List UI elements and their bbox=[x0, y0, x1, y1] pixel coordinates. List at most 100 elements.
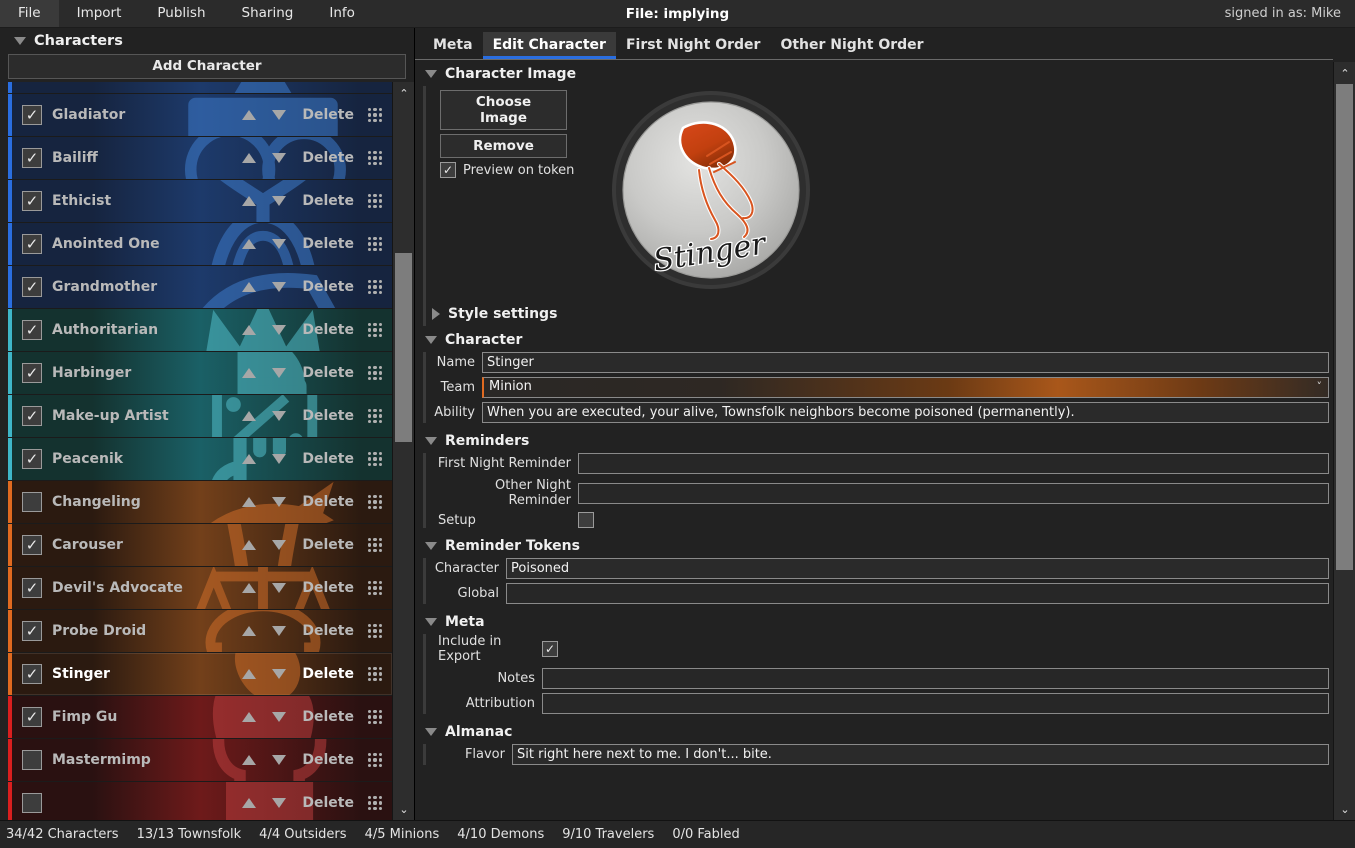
section-header-reminder-tokens[interactable]: Reminder Tokens bbox=[415, 532, 1329, 558]
tab-edit-character[interactable]: Edit Character bbox=[482, 32, 616, 59]
scroll-down-button[interactable]: ⌄ bbox=[393, 798, 414, 820]
character-row[interactable]: Changeling Delete bbox=[8, 481, 392, 524]
move-down-icon[interactable] bbox=[272, 755, 287, 765]
character-enabled-checkbox[interactable]: ✓ bbox=[22, 535, 42, 555]
move-up-icon[interactable] bbox=[242, 540, 257, 550]
delete-character-button[interactable]: Delete bbox=[302, 795, 354, 811]
drag-handle-icon[interactable] bbox=[368, 667, 382, 681]
add-character-button[interactable]: Add Character bbox=[8, 54, 406, 79]
move-up-icon[interactable] bbox=[242, 411, 257, 421]
drag-handle-icon[interactable] bbox=[368, 452, 382, 466]
move-up-icon[interactable] bbox=[242, 110, 257, 120]
character-enabled-checkbox[interactable]: ✓ bbox=[22, 105, 42, 125]
preview-on-token-checkbox[interactable]: ✓ bbox=[440, 162, 456, 178]
delete-character-button[interactable]: Delete bbox=[302, 580, 354, 596]
character-row[interactable]: ✓ Ethicist Delete bbox=[8, 180, 392, 223]
section-header-character-image[interactable]: Character Image bbox=[415, 60, 1329, 86]
delete-character-button[interactable]: Delete bbox=[302, 236, 354, 252]
move-up-icon[interactable] bbox=[242, 755, 257, 765]
drag-handle-icon[interactable] bbox=[368, 753, 382, 767]
character-enabled-checkbox[interactable] bbox=[22, 492, 42, 512]
character-enabled-checkbox[interactable]: ✓ bbox=[22, 277, 42, 297]
scroll-track[interactable] bbox=[1334, 84, 1355, 798]
include-in-export-checkbox[interactable]: ✓ bbox=[542, 641, 558, 657]
character-enabled-checkbox[interactable]: ✓ bbox=[22, 363, 42, 383]
scroll-track[interactable] bbox=[393, 104, 414, 798]
collapse-down-icon[interactable] bbox=[425, 728, 437, 736]
drag-handle-icon[interactable] bbox=[368, 280, 382, 294]
character-enabled-checkbox[interactable]: ✓ bbox=[22, 234, 42, 254]
first-night-reminder-input[interactable] bbox=[578, 453, 1329, 474]
character-enabled-checkbox[interactable]: ✓ bbox=[22, 664, 42, 684]
drag-handle-icon[interactable] bbox=[368, 796, 382, 810]
character-enabled-checkbox[interactable]: ✓ bbox=[22, 449, 42, 469]
delete-character-button[interactable]: Delete bbox=[302, 365, 354, 381]
move-down-icon[interactable] bbox=[272, 368, 287, 378]
character-enabled-checkbox[interactable]: ✓ bbox=[22, 621, 42, 641]
collapse-right-icon[interactable] bbox=[432, 308, 440, 320]
character-row[interactable]: ✓ Devil's Advocate Delete bbox=[8, 567, 392, 610]
drag-handle-icon[interactable] bbox=[368, 538, 382, 552]
delete-character-button[interactable]: Delete bbox=[302, 193, 354, 209]
delete-character-button[interactable]: Delete bbox=[302, 150, 354, 166]
drag-handle-icon[interactable] bbox=[368, 710, 382, 724]
collapse-down-icon[interactable] bbox=[425, 336, 437, 344]
token-preview[interactable]: Stinger bbox=[611, 90, 811, 290]
character-row[interactable]: ✓ Grandmother Delete bbox=[8, 266, 392, 309]
drag-handle-icon[interactable] bbox=[368, 151, 382, 165]
menu-item-file[interactable]: File bbox=[0, 0, 59, 27]
character-row[interactable]: ✓ClairvoyantDelete bbox=[8, 82, 392, 94]
drag-handle-icon[interactable] bbox=[368, 108, 382, 122]
team-select[interactable]: TownsfolkOutsiderMinionDemonTravelerFabl… bbox=[482, 377, 1329, 398]
move-down-icon[interactable] bbox=[272, 669, 287, 679]
move-down-icon[interactable] bbox=[272, 626, 287, 636]
character-row[interactable]: ✓ Fimp Gu Delete bbox=[8, 696, 392, 739]
scroll-up-button[interactable]: ⌃ bbox=[1334, 62, 1355, 84]
section-header-character[interactable]: Character bbox=[415, 326, 1329, 352]
menu-item-sharing[interactable]: Sharing bbox=[224, 0, 312, 27]
move-down-icon[interactable] bbox=[272, 540, 287, 550]
character-enabled-checkbox[interactable]: ✓ bbox=[22, 320, 42, 340]
character-enabled-checkbox[interactable] bbox=[22, 750, 42, 770]
character-enabled-checkbox[interactable]: ✓ bbox=[22, 406, 42, 426]
move-up-icon[interactable] bbox=[242, 669, 257, 679]
delete-character-button[interactable]: Delete bbox=[302, 408, 354, 424]
character-row[interactable]: ✓ Bailiff Delete bbox=[8, 137, 392, 180]
team-select-control[interactable]: TownsfolkOutsiderMinionDemonTravelerFabl… bbox=[482, 377, 1329, 398]
character-enabled-checkbox[interactable]: ✓ bbox=[22, 707, 42, 727]
delete-character-button[interactable]: Delete bbox=[302, 752, 354, 768]
reminder-global-input[interactable] bbox=[506, 583, 1329, 604]
drag-handle-icon[interactable] bbox=[368, 237, 382, 251]
drag-handle-icon[interactable] bbox=[368, 366, 382, 380]
character-enabled-checkbox[interactable] bbox=[22, 793, 42, 813]
characters-section-header[interactable]: Characters bbox=[0, 28, 414, 52]
character-row[interactable]: ✓ Stinger Delete bbox=[8, 653, 392, 696]
character-row[interactable]: ✓ Harbinger Delete bbox=[8, 352, 392, 395]
move-down-icon[interactable] bbox=[272, 411, 287, 421]
choose-image-button[interactable]: Choose Image bbox=[440, 90, 567, 130]
delete-character-button[interactable]: Delete bbox=[302, 623, 354, 639]
move-up-icon[interactable] bbox=[242, 712, 257, 722]
character-row[interactable]: ✓ Carouser Delete bbox=[8, 524, 392, 567]
character-list-scrollbar[interactable]: ⌃ ⌄ bbox=[392, 82, 414, 820]
move-down-icon[interactable] bbox=[272, 153, 287, 163]
move-up-icon[interactable] bbox=[242, 325, 257, 335]
character-row[interactable]: ✓ Anointed One Delete bbox=[8, 223, 392, 266]
menu-item-import[interactable]: Import bbox=[59, 0, 140, 27]
scroll-thumb[interactable] bbox=[1336, 84, 1353, 570]
move-up-icon[interactable] bbox=[242, 497, 257, 507]
setup-checkbox[interactable] bbox=[578, 512, 594, 528]
move-down-icon[interactable] bbox=[272, 282, 287, 292]
drag-handle-icon[interactable] bbox=[368, 624, 382, 638]
delete-character-button[interactable]: Delete bbox=[302, 107, 354, 123]
collapse-down-icon[interactable] bbox=[425, 618, 437, 626]
move-up-icon[interactable] bbox=[242, 282, 257, 292]
move-down-icon[interactable] bbox=[272, 110, 287, 120]
reminder-character-input[interactable] bbox=[506, 558, 1329, 579]
attribution-input[interactable] bbox=[542, 693, 1329, 714]
scroll-thumb[interactable] bbox=[395, 253, 412, 442]
drag-handle-icon[interactable] bbox=[368, 194, 382, 208]
move-down-icon[interactable] bbox=[272, 325, 287, 335]
tab-other-night-order[interactable]: Other Night Order bbox=[770, 32, 933, 59]
ability-input[interactable] bbox=[482, 402, 1329, 423]
